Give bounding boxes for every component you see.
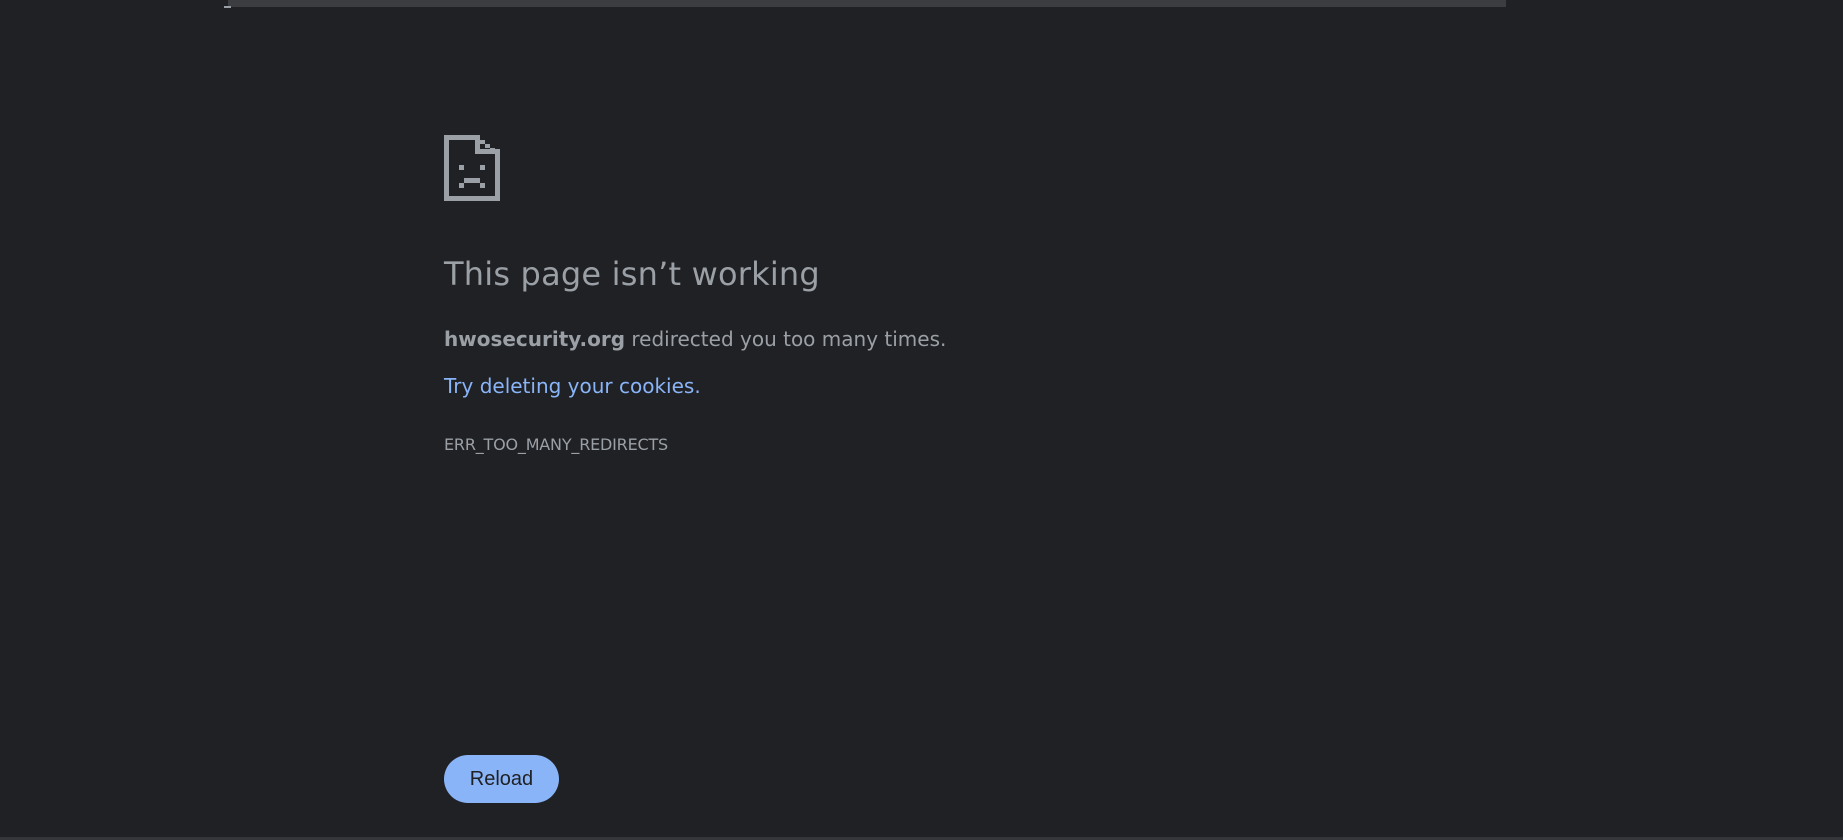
top-strip: [0, 0, 1843, 8]
top-progress-bar: [228, 0, 1506, 7]
error-code: ERR_TOO_MANY_REDIRECTS: [444, 435, 668, 454]
delete-cookies-link[interactable]: Try deleting your cookies.: [444, 374, 701, 398]
sad-document-icon: [444, 135, 500, 201]
error-domain: hwosecurity.org: [444, 327, 626, 351]
error-message-text: redirected you too many times.: [625, 327, 947, 351]
error-page: This page isn’t working hwosecurity.org …: [0, 0, 1843, 840]
top-marker: [224, 6, 231, 8]
page-title: This page isn’t working: [444, 255, 820, 293]
error-message: hwosecurity.org redirected you too many …: [444, 327, 946, 351]
reload-button[interactable]: Reload: [444, 755, 559, 803]
